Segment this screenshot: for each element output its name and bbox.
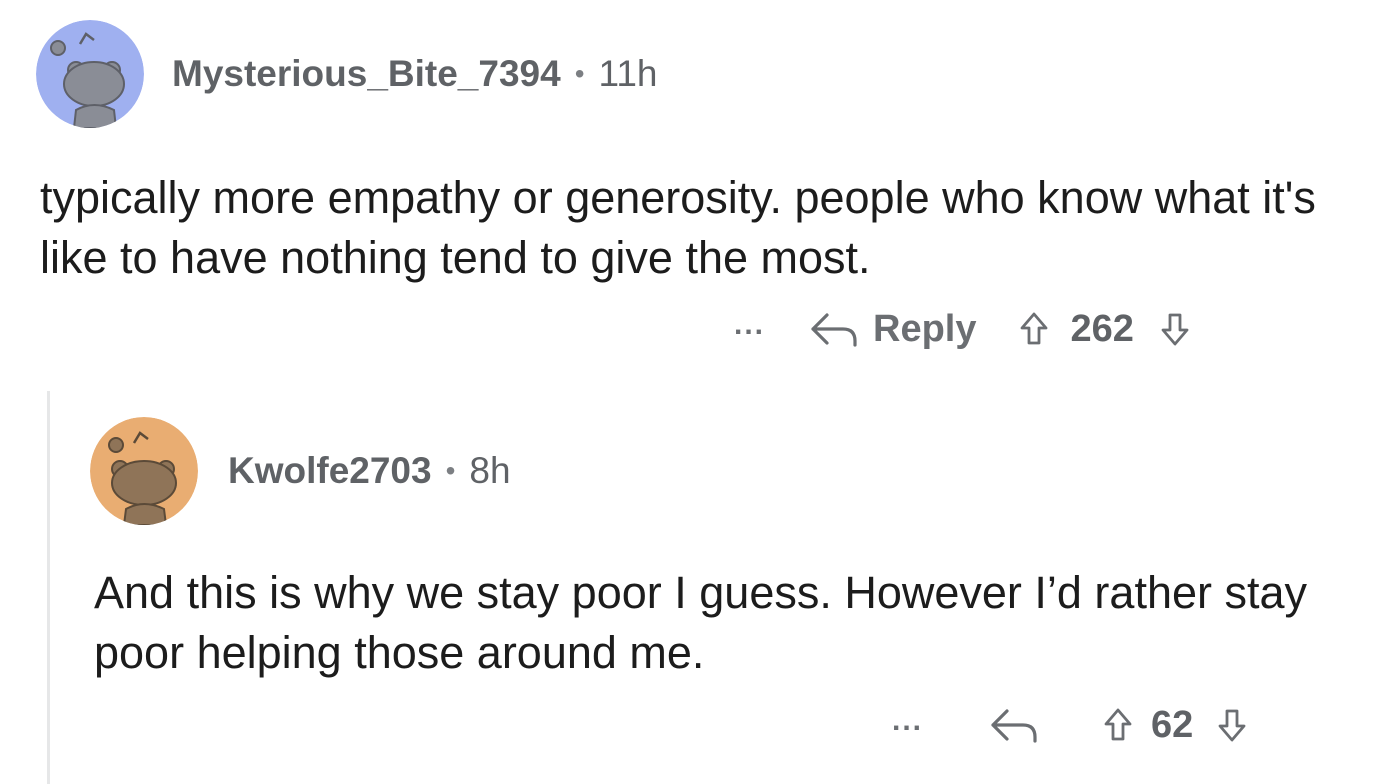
comment-body: And this is why we stay poor I guess. Ho… xyxy=(94,567,1308,678)
reply-button[interactable]: Reply xyxy=(809,307,977,351)
comment: Mysterious_Bite_7394 • 11h typically mor… xyxy=(36,20,1366,283)
comment-actions: ... 62 xyxy=(892,702,1247,748)
downvote-arrow-icon[interactable] xyxy=(1217,707,1247,743)
snoo-avatar-icon xyxy=(90,417,198,525)
thread-line[interactable] xyxy=(47,391,50,784)
more-options-icon[interactable]: ... xyxy=(892,704,923,738)
comment-header: Mysterious_Bite_7394 • 11h xyxy=(36,20,1366,128)
separator-dot: • xyxy=(445,455,456,486)
comment-actions: ... Reply 262 xyxy=(734,306,1190,352)
comment-body: typically more empathy or generosity. pe… xyxy=(40,172,1316,283)
reply-label: Reply xyxy=(873,307,977,350)
avatar[interactable] xyxy=(36,20,144,128)
username[interactable]: Kwolfe2703 xyxy=(228,450,432,492)
separator-dot: • xyxy=(574,58,585,89)
avatar[interactable] xyxy=(90,417,198,525)
snoo-avatar-icon xyxy=(36,20,144,128)
upvote-arrow-icon[interactable] xyxy=(1019,311,1049,347)
timestamp: 11h xyxy=(598,53,658,94)
upvote-arrow-icon[interactable] xyxy=(1103,707,1133,743)
timestamp: 8h xyxy=(469,450,511,491)
more-options-icon[interactable]: ... xyxy=(734,308,765,342)
downvote-arrow-icon[interactable] xyxy=(1160,311,1190,347)
username[interactable]: Mysterious_Bite_7394 xyxy=(172,53,561,95)
reply-arrow-icon xyxy=(811,313,857,347)
vote-count: 62 xyxy=(1151,703,1194,746)
comment-header: Kwolfe2703 • 8h xyxy=(90,417,1350,525)
reply-arrow-icon[interactable] xyxy=(989,705,1041,745)
comment: Kwolfe2703 • 8h And this is why we stay … xyxy=(90,417,1350,678)
vote-count: 262 xyxy=(1070,307,1134,350)
